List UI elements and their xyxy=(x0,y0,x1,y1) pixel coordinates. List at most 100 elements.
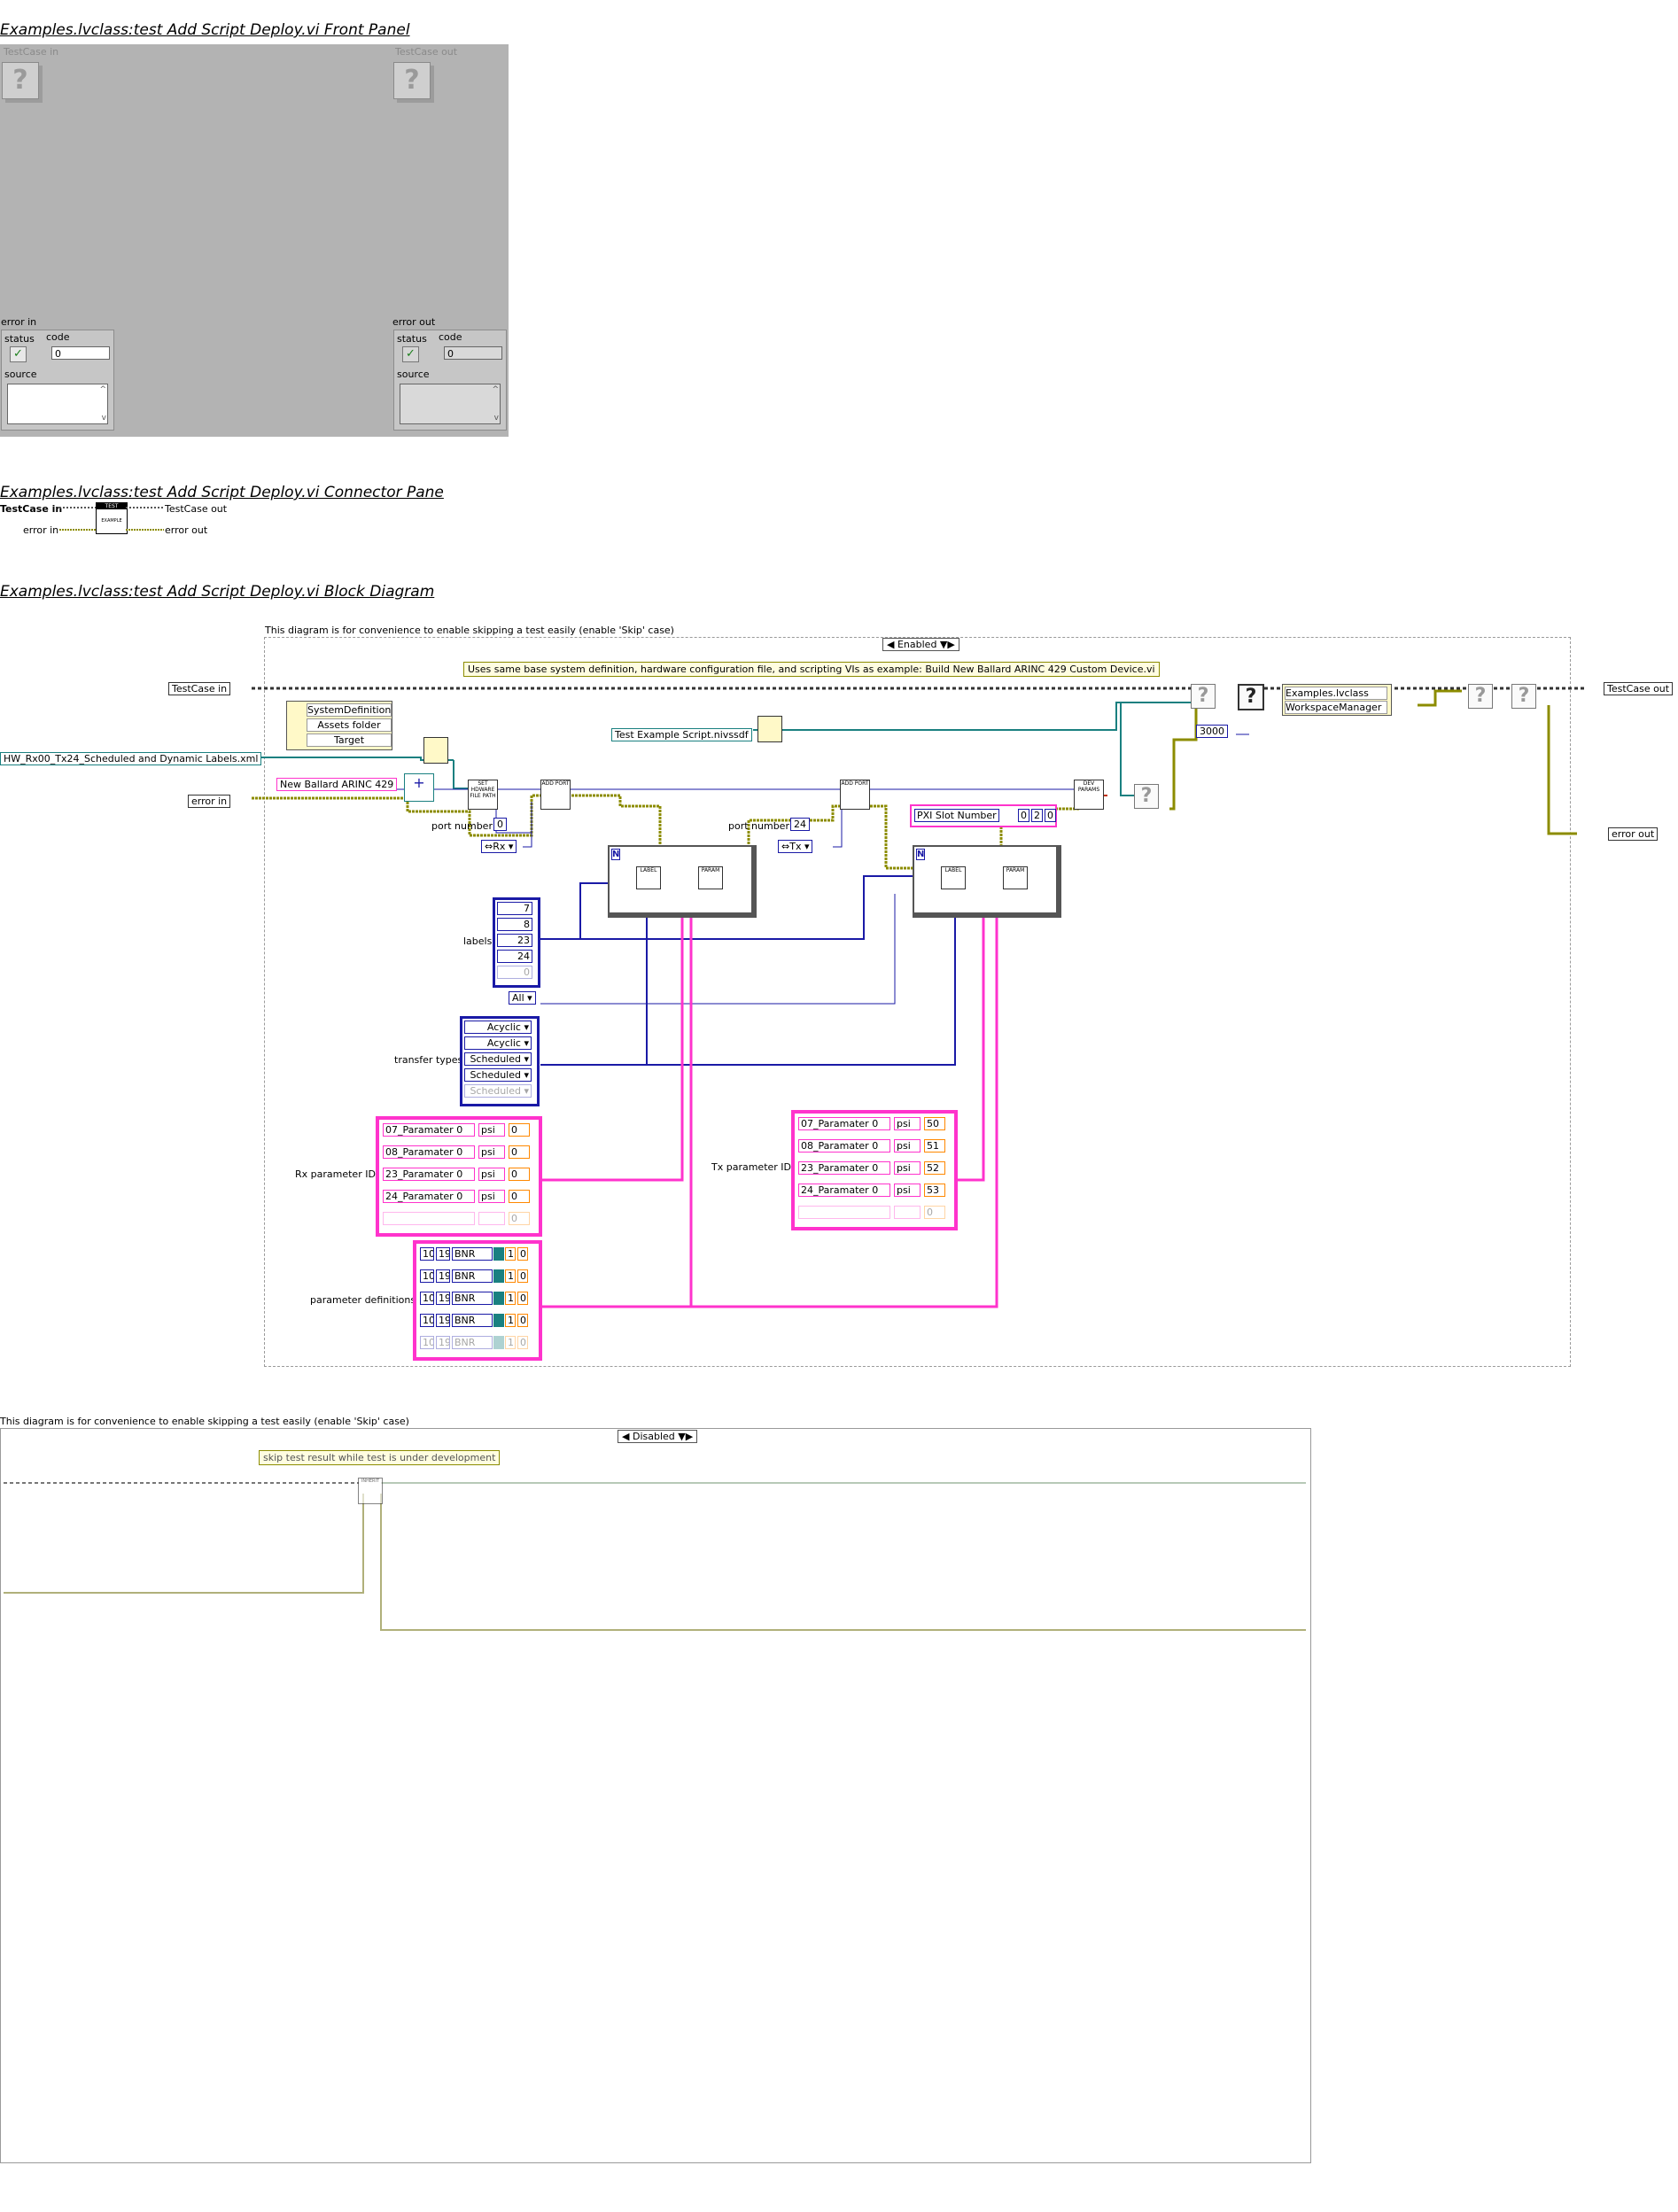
bool-constant[interactable] xyxy=(493,1292,504,1305)
param-def-c[interactable]: 1 xyxy=(505,1336,516,1349)
hw-file-path-constant[interactable]: HW_Rx00_Tx24_Scheduled and Dynamic Label… xyxy=(0,752,262,765)
unknown-vi-icon[interactable]: ? xyxy=(1191,684,1216,709)
param-definitions-array[interactable]: 10 19 BNR 1 0 10 19 BNR 1 0 10 19 BNR 1 0 10 19 BNR 1 0 10 19… xyxy=(413,1240,542,1361)
param-name[interactable]: 07_Paramater 0 xyxy=(798,1117,890,1130)
param-name-empty[interactable] xyxy=(798,1206,890,1219)
param-name[interactable]: 23_Paramater 0 xyxy=(383,1168,475,1181)
param-def-a[interactable]: 10 xyxy=(420,1247,434,1261)
param-value-empty[interactable]: 0 xyxy=(509,1212,530,1225)
all-enum-constant[interactable]: All ▾ xyxy=(509,991,536,1005)
param-def-d[interactable]: 0 xyxy=(517,1247,528,1261)
tx-port-constant[interactable]: 24 xyxy=(790,818,810,831)
param-def-b[interactable]: 19 xyxy=(436,1247,450,1261)
unknown-vi-icon[interactable]: ? xyxy=(1468,684,1493,709)
param-unit[interactable]: psi xyxy=(894,1161,921,1175)
add-label-node[interactable]: LABEL xyxy=(941,866,966,889)
param-unit[interactable]: psi xyxy=(478,1168,505,1181)
param-def-d[interactable]: 0 xyxy=(517,1269,528,1283)
param-value[interactable]: 52 xyxy=(924,1161,945,1175)
param-name[interactable]: 23_Paramater 0 xyxy=(798,1161,890,1175)
transfer-type-item[interactable]: Scheduled ▾ xyxy=(464,1068,532,1082)
transfer-type-item-empty[interactable]: Scheduled ▾ xyxy=(464,1084,532,1098)
bundle-by-name[interactable]: SystemDefinition Assets folder Target xyxy=(286,701,392,750)
param-def-fmt[interactable]: BNR xyxy=(452,1314,493,1327)
script-file-constant[interactable]: Test Example Script.nivssdf xyxy=(611,728,752,741)
param-def-fmt[interactable]: BNR xyxy=(452,1247,493,1261)
rx-port-constant[interactable]: 0 xyxy=(493,818,507,831)
labels-array-constant[interactable]: 7 8 23 24 0 xyxy=(493,897,540,988)
source-field[interactable]: ^ v xyxy=(7,384,108,424)
for-loop-tx[interactable]: N LABEL PARAM xyxy=(913,845,1061,918)
scroll-down-icon[interactable]: v xyxy=(102,414,106,423)
param-def-fmt[interactable]: BNR xyxy=(452,1269,493,1283)
tx-enum-constant[interactable]: ⇔Tx ▾ xyxy=(778,840,813,853)
param-value[interactable]: 51 xyxy=(924,1139,945,1153)
param-unit[interactable]: psi xyxy=(478,1145,505,1159)
labels-item[interactable]: 24 xyxy=(497,950,532,963)
param-unit-empty[interactable] xyxy=(478,1212,505,1225)
transfer-types-array[interactable]: Acyclic ▾ Acyclic ▾ Scheduled ▾ Schedule… xyxy=(460,1016,540,1106)
device-name-constant[interactable]: New Ballard ARINC 429 xyxy=(276,778,398,791)
pxi-value-0[interactable]: 0 xyxy=(1018,809,1029,822)
build-path-node-2[interactable] xyxy=(423,737,448,764)
pxi-slot-enum[interactable]: PXI Slot Number xyxy=(914,809,999,822)
param-def-d[interactable]: 0 xyxy=(517,1336,528,1349)
transfer-type-item[interactable]: Scheduled ▾ xyxy=(464,1052,532,1066)
add-param-node[interactable]: PARAM xyxy=(1003,866,1028,889)
param-name-empty[interactable] xyxy=(383,1212,475,1225)
param-unit[interactable]: psi xyxy=(894,1184,921,1197)
inherit-node[interactable]: INHERIT xyxy=(358,1478,383,1504)
timeout-constant[interactable]: 3000 xyxy=(1196,725,1228,738)
param-unit[interactable]: psi xyxy=(478,1123,505,1137)
param-def-fmt[interactable]: BNR xyxy=(452,1336,493,1349)
rx-enum-constant[interactable]: ⇔Rx ▾ xyxy=(481,840,517,853)
param-def-b[interactable]: 19 xyxy=(436,1292,450,1305)
param-name[interactable]: 24_Paramater 0 xyxy=(383,1190,475,1203)
testcase-in-terminal[interactable]: TestCase in xyxy=(168,682,231,695)
build-path-node[interactable] xyxy=(757,716,782,742)
pxi-value-1[interactable]: 2 xyxy=(1031,809,1043,822)
param-value[interactable]: 53 xyxy=(924,1184,945,1197)
new-device-node[interactable]: + xyxy=(404,773,434,802)
status-checkbox[interactable]: ✓ xyxy=(10,346,27,362)
param-unit[interactable]: psi xyxy=(894,1139,921,1153)
pxi-slot-cluster[interactable]: PXI Slot Number 0 2 0 xyxy=(910,804,1057,827)
param-def-d[interactable]: 0 xyxy=(517,1292,528,1305)
transfer-type-item[interactable]: Acyclic ▾ xyxy=(464,1036,532,1050)
labels-item[interactable]: 8 xyxy=(497,918,532,931)
param-def-b[interactable]: 19 xyxy=(436,1314,450,1327)
testcase-in-control[interactable]: ? xyxy=(2,62,39,99)
param-def-b[interactable]: 19 xyxy=(436,1269,450,1283)
param-def-c[interactable]: 1 xyxy=(505,1314,516,1327)
param-unit-empty[interactable] xyxy=(894,1206,921,1219)
param-value[interactable]: 0 xyxy=(509,1145,530,1159)
param-name[interactable]: 08_Paramater 0 xyxy=(383,1145,475,1159)
bool-constant[interactable] xyxy=(493,1336,504,1349)
param-name[interactable]: 08_Paramater 0 xyxy=(798,1139,890,1153)
param-value[interactable]: 50 xyxy=(924,1117,945,1130)
bool-constant[interactable] xyxy=(493,1247,504,1261)
param-def-fmt[interactable]: BNR xyxy=(452,1292,493,1305)
param-unit[interactable]: psi xyxy=(894,1117,921,1130)
dev-params-node[interactable]: DEV PARAMS xyxy=(1074,780,1104,810)
add-port-rx-node[interactable]: ADD PORT xyxy=(540,780,571,810)
param-def-c[interactable]: 1 xyxy=(505,1292,516,1305)
add-label-node[interactable]: LABEL xyxy=(636,866,661,889)
param-value[interactable]: 0 xyxy=(509,1168,530,1181)
labels-item-empty[interactable]: 0 xyxy=(497,966,532,979)
bool-constant[interactable] xyxy=(493,1314,504,1327)
unknown-vi-icon[interactable]: ? xyxy=(1511,684,1536,709)
param-value[interactable]: 0 xyxy=(509,1123,530,1137)
param-def-a[interactable]: 10 xyxy=(420,1314,434,1327)
add-param-node[interactable]: PARAM xyxy=(698,866,723,889)
param-unit[interactable]: psi xyxy=(478,1190,505,1203)
param-def-a[interactable]: 10 xyxy=(420,1292,434,1305)
add-port-tx-node[interactable]: ADD PORT xyxy=(840,780,870,810)
tx-param-ids-array[interactable]: 07_Paramater 0 psi 50 08_Paramater 0 psi… xyxy=(791,1110,958,1230)
param-def-a[interactable]: 10 xyxy=(420,1336,434,1349)
param-def-d[interactable]: 0 xyxy=(517,1314,528,1327)
param-def-b[interactable]: 19 xyxy=(436,1336,450,1349)
scroll-up-icon[interactable]: ^ xyxy=(492,385,499,394)
transfer-type-item[interactable]: Acyclic ▾ xyxy=(464,1021,532,1034)
labels-item[interactable]: 7 xyxy=(497,902,532,915)
